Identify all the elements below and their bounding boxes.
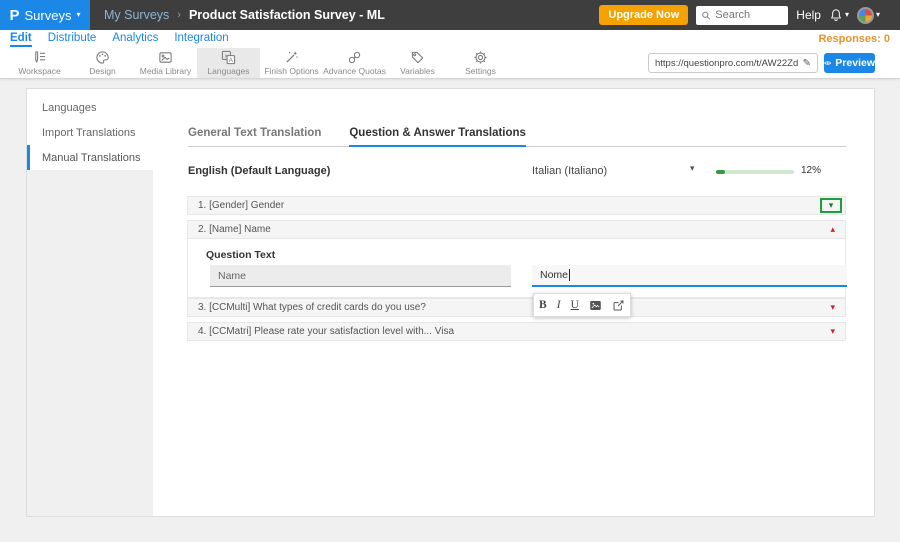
question-row-gender[interactable]: 1. [Gender] Gender ▾ [187,196,846,215]
product-switcher[interactable]: P Surveys ▾ [0,0,90,30]
tab-general-text-translation[interactable]: General Text Translation [188,127,321,147]
insert-link-button[interactable] [610,299,627,312]
breadcrumb-my-surveys[interactable]: My Surveys [104,8,169,22]
expand-chevron-down-icon[interactable]: ▾ [830,327,835,336]
progress-fill [716,170,726,174]
finish-options-icon [286,51,298,63]
media-library-icon [159,52,172,63]
toolbar-item-workspace[interactable]: Workspace [8,48,71,78]
responses-count[interactable]: Responses: 0 [818,33,890,45]
advance-quotas-icon [348,51,361,64]
source-text-field: Name [210,265,511,287]
target-language-chevron-down-icon[interactable]: ▾ [690,163,695,174]
text-cursor [569,269,571,281]
survey-url-field[interactable]: https://questionpro.com/t/AW22Zd1S1 ✎ [648,53,818,73]
global-search[interactable] [696,5,789,25]
tab-question-answer-translations[interactable]: Question & Answer Translations [349,127,526,147]
sidebar-item-import-translations[interactable]: Import Translations [27,120,153,145]
question-text-label: Question Text [206,249,276,261]
toolbar-item-finish-options[interactable]: Finish Options [260,48,323,78]
search-input[interactable] [715,9,784,21]
workspace-icon [35,51,46,63]
question-row-ccmatri[interactable]: 4. [CCMatri] Please rate your satisfacti… [187,322,846,341]
translations-side-menu: Languages Import Translations Manual Tra… [27,95,153,170]
survey-url-text: https://questionpro.com/t/AW22Zd1S1 [655,57,799,69]
translation-input[interactable]: Nome [532,265,847,287]
translation-progress-bar [716,170,794,174]
survey-nav: Edit Distribute Analytics Integration Re… [0,30,900,48]
toolbar-item-variables[interactable]: Variables [386,48,449,78]
chevron-down-icon: ▾ [76,10,81,19]
toolbar-item-media-library[interactable]: Media Library [134,48,197,78]
external-link-icon [613,300,624,310]
translations-panel: Languages Import Translations Manual Tra… [26,88,875,517]
questionpro-logo-icon: P [9,6,20,24]
bell-icon [831,9,841,21]
product-label: Surveys [24,7,72,23]
avatar [856,6,874,24]
question-row-name[interactable]: 2. [Name] Name ▴ [187,220,846,239]
insert-image-button[interactable] [587,299,604,312]
expand-chevron-down-icon[interactable]: ▾ [830,303,835,312]
question-translation-editor: Question Text Name Nome [187,239,847,298]
bold-button[interactable]: B [537,299,549,311]
notifications-menu[interactable]: ▾ [829,8,849,22]
variables-icon [411,51,424,64]
help-link[interactable]: Help [796,8,821,22]
preview-button[interactable]: Preview [824,53,875,73]
toolbar-item-advance-quotas[interactable]: Advance Quotas [323,48,386,78]
translation-tabs: General Text Translation Question & Answ… [188,127,526,147]
target-language-select[interactable]: Italian (Italiano) [532,165,607,177]
account-menu[interactable]: ▾ [856,6,880,24]
format-toolbar: B I U [533,293,631,317]
search-icon [702,11,711,20]
question-row-ccmulti[interactable]: 3. [CCMulti] What types of credit cards … [187,298,846,317]
breadcrumb-separator-icon: › [177,9,181,21]
nav-item-integration[interactable]: Integration [174,31,228,47]
chevron-down-icon: ▾ [875,10,880,19]
breadcrumb-current-survey: Product Satisfaction Survey - ML [188,8,385,22]
settings-icon [474,51,487,64]
sidebar-item-languages[interactable]: Languages [27,95,153,120]
languages-icon: x A [221,50,236,65]
highlight-box: ▾ [820,198,842,213]
toolbar-item-languages[interactable]: x A Languages [197,48,260,78]
image-icon [590,300,601,310]
topbar-actions: Upgrade Now Help ▾ ▾ [599,5,900,25]
nav-item-analytics[interactable]: Analytics [112,31,158,47]
expand-chevron-down-icon[interactable]: ▾ [829,201,834,210]
toolbar-item-settings[interactable]: Settings [449,48,512,78]
source-language-label: English (Default Language) [188,165,331,177]
breadcrumb: My Surveys › Product Satisfaction Survey… [104,8,385,22]
toolbar-item-design[interactable]: Design [71,48,134,78]
design-icon [96,51,109,64]
eye-icon [824,61,832,65]
upgrade-now-button[interactable]: Upgrade Now [599,5,689,25]
italic-button[interactable]: I [555,299,563,311]
edit-url-pencil-icon[interactable]: ✎ [803,58,811,69]
nav-item-edit[interactable]: Edit [10,31,32,47]
collapse-chevron-up-icon[interactable]: ▴ [830,225,835,234]
chevron-down-icon: ▾ [844,10,849,19]
sidebar-item-manual-translations[interactable]: Manual Translations [27,145,153,170]
top-bar: P Surveys ▾ My Surveys › Product Satisfa… [0,0,900,30]
underline-button[interactable]: U [569,299,581,311]
sidebar-background [27,170,153,516]
nav-item-distribute[interactable]: Distribute [48,31,97,47]
translation-progress-percent: 12% [801,165,822,176]
